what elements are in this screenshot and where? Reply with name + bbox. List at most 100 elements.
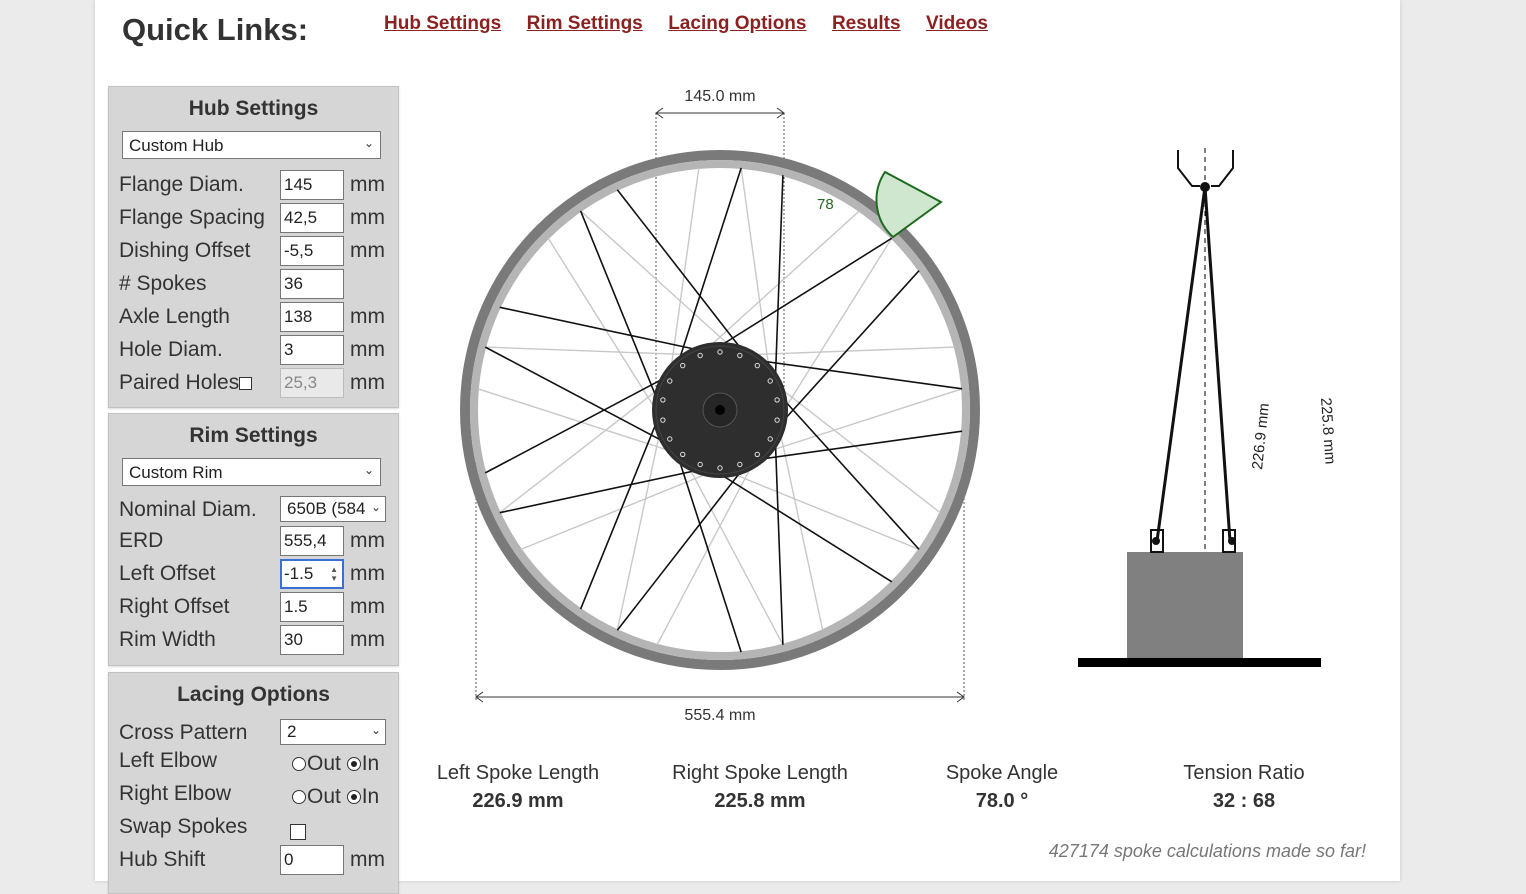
nominal-diam-select[interactable]: 650B (584 ⌄ (280, 496, 386, 522)
left-offset-value: -1.5 (284, 564, 314, 583)
hub-side (1127, 552, 1243, 660)
front-spoke (499, 306, 699, 351)
rim-settings-heading: Rim Settings (189, 424, 318, 447)
result-right-spoke: Right Spoke Length 225.8 mm (660, 762, 860, 813)
lacing-field-swap-spokes: Swap Spokes (119, 815, 389, 845)
front-spoke (761, 360, 963, 390)
field-label: Left Offset (119, 562, 216, 585)
rim-field-left-offset: Left Offset -1.5 ▲ ▼ mm (119, 559, 389, 589)
front-spoke (616, 469, 743, 631)
hub-preset-select[interactable]: Custom Hub ⌄ (122, 131, 381, 159)
lacing-field-right-elbow: Right Elbow Out In (119, 782, 389, 812)
unit-label: mm (350, 305, 385, 328)
result-value: 78.0 ° (975, 790, 1029, 812)
hub-field-paired-holes: Paired Holes 25,3 mm (119, 368, 389, 398)
hub-field-spokes: # Spokes 36 (119, 269, 389, 299)
unit-label: mm (350, 848, 385, 871)
flange-spacing-input[interactable]: 42,5 (280, 203, 344, 233)
back-spoke (616, 431, 661, 631)
rim-field-right-offset: Right Offset 1.5 mm (119, 592, 389, 622)
rim-width-input[interactable]: 30 (280, 625, 344, 655)
unit-label: mm (350, 529, 385, 552)
back-spoke (730, 472, 920, 551)
back-spoke (520, 472, 710, 551)
hole-diam-input[interactable]: 3 (280, 335, 344, 365)
front-spoke (761, 430, 963, 460)
swap-spokes-checkbox[interactable] (290, 824, 306, 840)
flange-diam-input[interactable]: 145 (280, 170, 344, 200)
left-elbow-in-radio[interactable] (346, 757, 361, 772)
field-label: Nominal Diam. (119, 498, 257, 521)
field-label: Paired Holes (119, 371, 253, 395)
erd-dim-label: 555.4 mm (684, 707, 755, 724)
link-rim-settings[interactable]: Rim Settings (527, 13, 643, 35)
rim-field-rim-width: Rim Width 30 mm (119, 625, 389, 655)
spinner-icon[interactable]: ▲ ▼ (330, 565, 338, 583)
radio-label: Out (307, 752, 341, 775)
hub-settings-panel: Hub Settings Custom Hub ⌄ Flange Diam. 1… (108, 86, 399, 408)
hub-field-dishing-offset: Dishing Offset -5,5 mm (119, 236, 389, 266)
back-spoke (485, 346, 689, 356)
back-spoke (779, 431, 824, 631)
right-hole (1228, 537, 1236, 545)
front-spoke (484, 346, 665, 443)
link-videos[interactable]: Videos (926, 13, 988, 35)
side-view-diagram: 226.9 mm 225.8 mm (1078, 148, 1335, 667)
link-results[interactable]: Results (832, 13, 901, 35)
field-label: Hub Shift (119, 848, 206, 871)
chevron-down-icon: ⌄ (368, 500, 381, 514)
result-label: Tension Ratio (1183, 762, 1305, 784)
paired-holes-checkbox[interactable] (239, 376, 253, 390)
front-spoke (484, 377, 665, 474)
right-spoke-side (1203, 186, 1232, 542)
dishing-offset-input[interactable]: -5,5 (280, 236, 344, 266)
angle-label: 78 (817, 196, 834, 213)
unit-label: mm (350, 206, 385, 229)
cross-pattern-value: 2 (287, 722, 297, 741)
field-label: Flange Diam. (119, 173, 244, 196)
left-offset-input[interactable]: -1.5 ▲ ▼ (280, 559, 344, 589)
front-spoke (499, 469, 699, 514)
field-label: Dishing Offset (119, 239, 251, 262)
axle-length-input[interactable]: 138 (280, 302, 344, 332)
back-spoke (740, 167, 770, 369)
right-elbow-out-radio[interactable] (292, 790, 306, 805)
hub-preset-value: Custom Hub (129, 136, 224, 155)
front-spoke (579, 420, 658, 610)
rim-settings-panel: Rim Settings Custom Rim ⌄ Nominal Diam. … (108, 413, 399, 666)
rim-preset-select[interactable]: Custom Rim ⌄ (122, 458, 381, 486)
front-spoke (616, 189, 743, 351)
link-hub-settings[interactable]: Hub Settings (384, 13, 501, 35)
result-left-spoke: Left Spoke Length 226.9 mm (418, 762, 618, 813)
left-elbow-out-radio[interactable] (292, 757, 306, 772)
back-spoke (477, 388, 672, 452)
right-offset-input[interactable]: 1.5 (280, 592, 344, 622)
hub-settings-heading: Hub Settings (188, 97, 319, 120)
back-spoke (670, 167, 700, 369)
chevron-down-icon: ⌄ (363, 463, 374, 477)
front-spoke (678, 458, 742, 653)
right-spoke-dim-label: 225.8 mm (1317, 397, 1335, 465)
result-label: Spoke Angle (945, 762, 1059, 784)
chevron-down-icon: ⌄ (368, 723, 381, 737)
erd-input[interactable]: 555,4 (280, 526, 344, 556)
rim-field-nominal-diam: Nominal Diam. 650B (584 ⌄ (119, 496, 389, 526)
flange-dim-label: 145.0 mm (684, 88, 755, 105)
cross-pattern-select[interactable]: 2 ⌄ (280, 719, 386, 745)
angle-wedge (875, 170, 943, 239)
rim-preset-value: Custom Rim (129, 463, 223, 482)
quick-links-title: Quick Links: (122, 12, 309, 47)
radio-label: Out (307, 785, 341, 808)
back-spoke (768, 388, 963, 452)
hub-shift-input[interactable]: 0 (280, 845, 344, 875)
front-spoke (774, 175, 784, 379)
calculation-counter: 427174 spoke calculations made so far! (1048, 841, 1366, 861)
link-lacing-options[interactable]: Lacing Options (668, 13, 806, 35)
radio-label: In (361, 785, 380, 808)
field-label: Right Offset (119, 595, 230, 618)
field-label: # Spokes (119, 272, 207, 295)
paired-holes-input: 25,3 (280, 368, 344, 398)
spokes-input[interactable]: 36 (280, 269, 344, 299)
chevron-down-icon: ⌄ (363, 136, 374, 150)
right-elbow-in-radio[interactable] (346, 790, 361, 805)
